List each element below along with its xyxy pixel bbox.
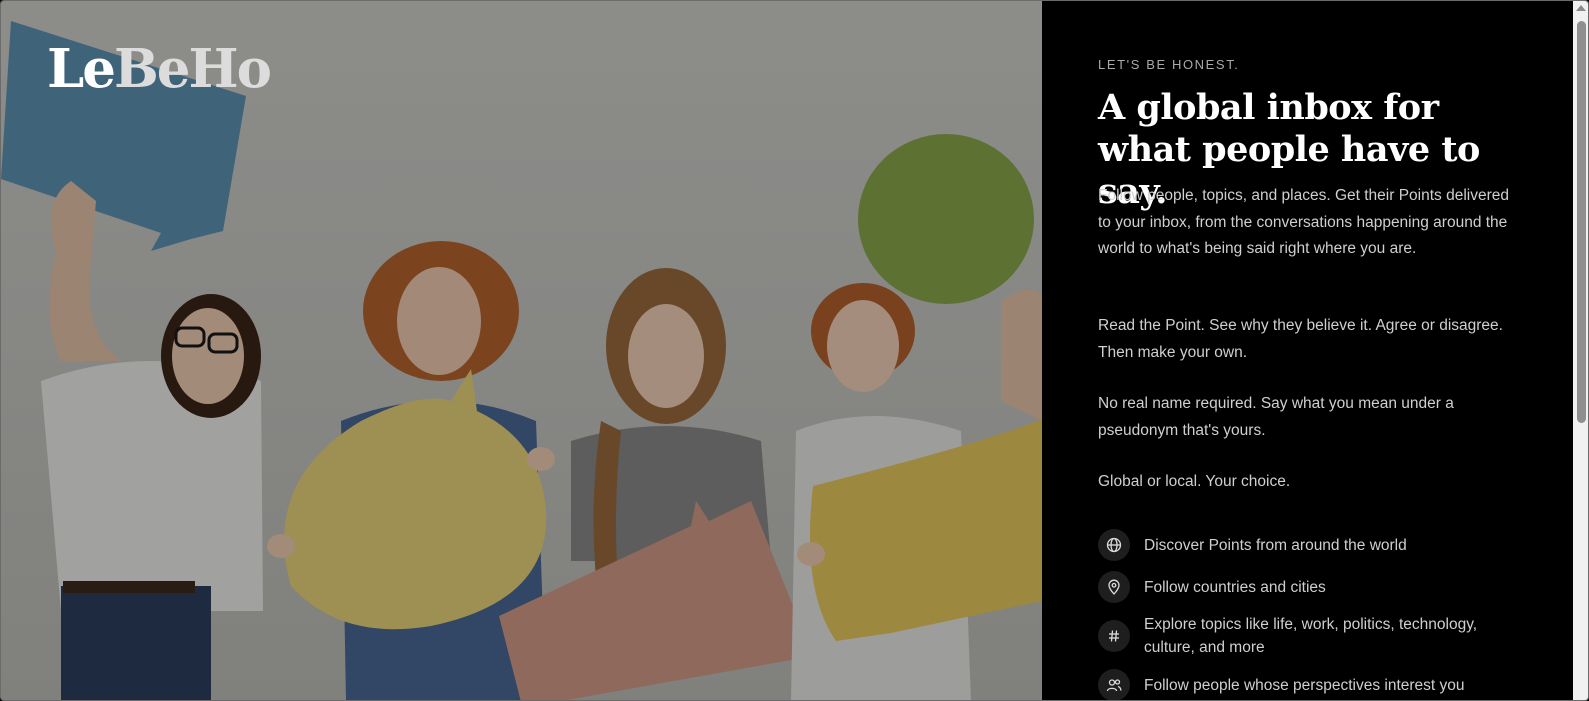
- feature-text: Follow countries and cities: [1144, 578, 1326, 596]
- info-panel: LET'S BE HONEST. A global inbox for what…: [1042, 1, 1573, 700]
- feature-text: Follow people whose perspectives interes…: [1144, 676, 1465, 694]
- page-scrollbar[interactable]: [1573, 1, 1588, 700]
- feature-list: Discover Points from around the world Fo…: [1098, 529, 1528, 700]
- hero-image: LeBeHo: [1, 1, 1042, 700]
- feature-item: Discover Points from around the world: [1098, 529, 1528, 561]
- hash-icon: [1098, 620, 1130, 652]
- logo-text-beho: BeHo: [114, 38, 272, 100]
- hero-overlay: [1, 1, 1042, 700]
- logo[interactable]: LeBeHo: [47, 43, 272, 96]
- feature-item: Follow people whose perspectives interes…: [1098, 669, 1528, 700]
- feature-item: Follow countries and cities: [1098, 571, 1528, 603]
- logo-text-le: Le: [47, 38, 116, 100]
- global-local-paragraph: Global or local. Your choice.: [1098, 473, 1291, 490]
- eyebrow-label: LET'S BE HONEST.: [1098, 57, 1240, 72]
- feature-item: Explore topics like life, work, politics…: [1098, 613, 1528, 659]
- read-paragraph: Read the Point. See why they believe it.…: [1098, 317, 1503, 361]
- map-pin-icon: [1098, 571, 1130, 603]
- scroll-up-icon[interactable]: [1576, 5, 1586, 11]
- intro-paragraph: Follow people, topics, and places. Get t…: [1098, 187, 1509, 257]
- users-icon: [1098, 669, 1130, 700]
- globe-icon: [1098, 529, 1130, 561]
- feature-text: Discover Points from around the world: [1144, 536, 1407, 554]
- pseudonym-paragraph: No real name required. Say what you mean…: [1098, 395, 1454, 439]
- scrollbar-thumb[interactable]: [1577, 21, 1586, 423]
- app-window: LeBeHo LET'S BE HONEST. A global inbox f…: [0, 0, 1589, 701]
- feature-text: Explore topics like life, work, politics…: [1144, 616, 1478, 656]
